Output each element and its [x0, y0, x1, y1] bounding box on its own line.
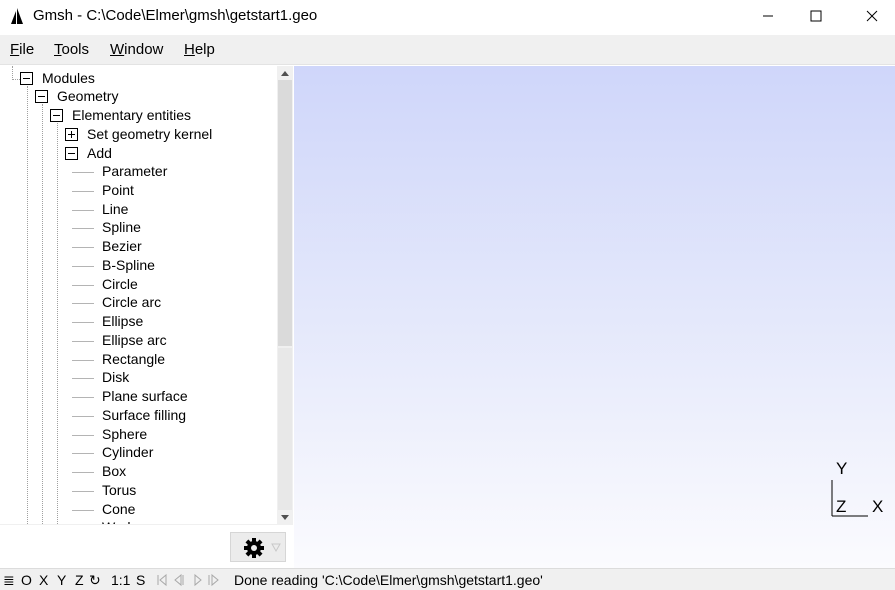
play-icon[interactable]	[194, 573, 202, 587]
menu-tools[interactable]: Tools	[54, 41, 89, 58]
axes-indicator: Y Z X	[828, 458, 895, 520]
next-frame-icon[interactable]	[208, 573, 219, 587]
tree-leaf-add-item[interactable]: Circle arc	[102, 293, 161, 312]
maximize-icon	[810, 10, 822, 22]
options-button[interactable]	[230, 532, 286, 562]
close-button[interactable]	[849, 0, 895, 32]
previous-frame-icon[interactable]	[174, 573, 184, 587]
tree-scrollbar[interactable]	[277, 66, 293, 524]
graphics-viewport[interactable]	[294, 66, 895, 568]
status-message: Done reading 'C:\Code\Elmer\gmsh\getstar…	[234, 572, 543, 588]
collapse-icon[interactable]	[65, 147, 78, 160]
tree-leaf-connector	[72, 322, 94, 323]
tree-connector	[12, 79, 20, 80]
tree-leaf-add-item[interactable]: Ellipse	[102, 312, 143, 331]
collapse-icon[interactable]	[50, 109, 63, 122]
module-tree[interactable]: Modules Geometry Elementary entities Set…	[0, 66, 277, 524]
scroll-up-button[interactable]	[277, 66, 293, 80]
tree-leaf-add-item[interactable]: Spline	[102, 218, 141, 237]
minimize-button[interactable]	[745, 0, 791, 32]
tree-leaf-connector	[72, 416, 94, 417]
tree-panel-footer	[0, 524, 293, 568]
tree-leaf-add-item[interactable]: Cylinder	[102, 443, 153, 462]
tree-leaf-connector	[72, 285, 94, 286]
arrow-up-icon	[281, 70, 289, 76]
tree-leaf-add-item[interactable]: Ellipse arc	[102, 331, 167, 350]
tree-leaf-connector	[72, 378, 94, 379]
view-x-button[interactable]: X	[39, 572, 48, 588]
scale-one-button[interactable]: 1:1	[111, 572, 130, 588]
tree-connector	[27, 86, 28, 524]
tree-leaf-add-item[interactable]: Torus	[102, 481, 136, 500]
gmsh-sail-icon	[11, 8, 23, 24]
view-origin-button[interactable]: O	[21, 572, 32, 588]
tree-leaf-connector	[72, 303, 94, 304]
tree-leaf-connector	[72, 191, 94, 192]
scroll-thumb[interactable]	[278, 80, 292, 346]
scroll-track[interactable]	[278, 348, 292, 510]
tree-leaf-connector	[72, 247, 94, 248]
arrow-down-icon	[281, 514, 289, 520]
tree-leaf-add-item[interactable]: Circle	[102, 275, 138, 294]
tree-connector	[12, 66, 13, 80]
tree-leaf-connector	[72, 397, 94, 398]
menu-toggle-button[interactable]: ≣	[3, 572, 15, 589]
tree-leaf-connector	[72, 360, 94, 361]
axis-label-y: Y	[836, 459, 848, 478]
first-frame-icon[interactable]	[157, 573, 167, 587]
tree-leaf-connector	[72, 210, 94, 211]
menu-file[interactable]: File	[10, 41, 34, 58]
tree-leaf-add-item[interactable]: Bezier	[102, 237, 142, 256]
tree-leaf-add-item[interactable]: B-Spline	[102, 256, 155, 275]
tree-connector	[42, 104, 43, 524]
maximize-button[interactable]	[793, 0, 839, 32]
axis-label-x: X	[872, 497, 884, 516]
tree-leaf-connector	[72, 491, 94, 492]
tree-leaf-add-item[interactable]: Rectangle	[102, 350, 165, 369]
view-z-button[interactable]: Z	[75, 572, 84, 588]
collapse-icon[interactable]	[20, 72, 33, 85]
tree-leaf-add-item[interactable]: Cone	[102, 500, 135, 519]
tree-leaf-add-item[interactable]: Point	[102, 181, 134, 200]
tree-leaf-connector	[72, 266, 94, 267]
tree-leaf-add-item[interactable]: Line	[102, 200, 128, 219]
tree-leaf-connector	[72, 341, 94, 342]
tree-leaf-connector	[72, 435, 94, 436]
snapshot-button[interactable]: S	[136, 572, 145, 588]
scroll-down-button[interactable]	[277, 510, 293, 524]
tree-leaf-add-item[interactable]: Surface filling	[102, 406, 186, 425]
close-icon	[866, 10, 878, 22]
tree-leaf-add-item[interactable]: Box	[102, 462, 126, 481]
tree-leaf-add-item[interactable]: Parameter	[102, 162, 167, 181]
tree-leaf-connector	[72, 510, 94, 511]
menu-bar: File Tools Window Help	[0, 35, 895, 65]
axis-label-z: Z	[836, 497, 847, 516]
menu-help[interactable]: Help	[184, 41, 215, 58]
view-y-button[interactable]: Y	[57, 572, 66, 588]
status-bar: ≣ O X Y Z ↻ 1:1 S Done reading 'C:\Code\…	[0, 568, 895, 590]
title-bar: Gmsh - C:\Code\Elmer\gmsh\getstart1.geo	[0, 0, 895, 32]
rotate-button[interactable]: ↻	[89, 572, 101, 589]
tree-leaf-add-item[interactable]: Plane surface	[102, 387, 188, 406]
collapse-icon[interactable]	[35, 90, 48, 103]
dropdown-arrow-icon	[271, 543, 281, 553]
menu-window[interactable]: Window	[110, 41, 163, 58]
tree-leaf-connector	[72, 172, 94, 173]
tree-leaf-connector	[72, 228, 94, 229]
tree-leaf-connector	[72, 453, 94, 454]
minimize-icon	[763, 15, 773, 17]
tree-leaf-add-item[interactable]: Disk	[102, 368, 129, 387]
tree-leaf-add-item[interactable]: Sphere	[102, 425, 147, 444]
expand-icon[interactable]	[65, 128, 78, 141]
tree-connector	[57, 123, 58, 524]
animation-controls	[157, 573, 219, 587]
window-title: Gmsh - C:\Code\Elmer\gmsh\getstart1.geo	[33, 7, 318, 24]
gear-icon	[244, 538, 264, 558]
module-tree-panel: Modules Geometry Elementary entities Set…	[0, 66, 293, 568]
tree-leaf-connector	[72, 472, 94, 473]
